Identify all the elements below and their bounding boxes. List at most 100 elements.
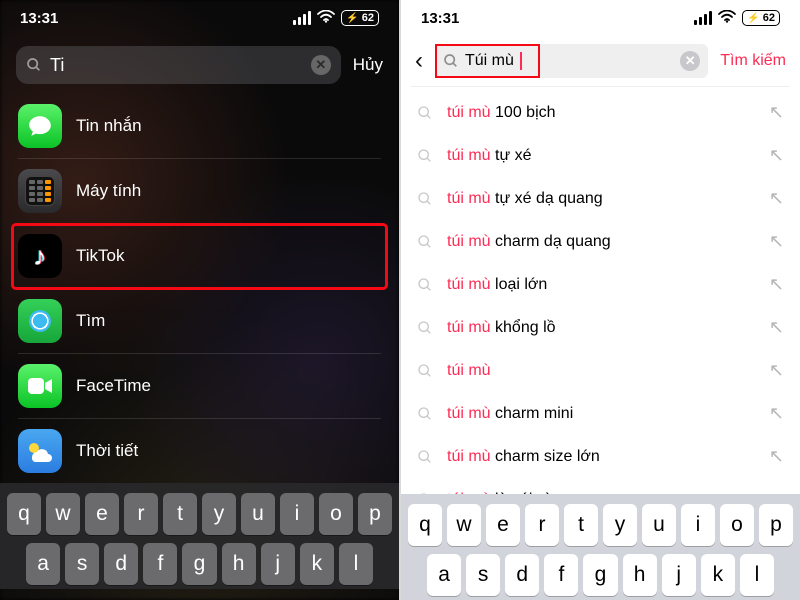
spotlight-item-facetime[interactable]: FaceTime xyxy=(18,354,381,419)
status-time: 13:31 xyxy=(421,10,459,27)
suggestion-text: túi mù charm mini xyxy=(447,405,755,423)
insert-arrow-icon[interactable]: ↖ xyxy=(769,231,784,252)
search-query-text: Túi mù xyxy=(465,52,514,70)
messages-icon xyxy=(18,104,62,148)
insert-arrow-icon[interactable]: ↖ xyxy=(769,317,784,338)
key-d[interactable]: d xyxy=(505,554,539,596)
key-f[interactable]: f xyxy=(544,554,578,596)
suggestion-text: túi mù charm dạ quang xyxy=(447,233,755,251)
key-g[interactable]: g xyxy=(182,543,216,585)
suggestion-item[interactable]: túi mù khổng lồ ↖ xyxy=(401,306,800,349)
text-cursor xyxy=(520,52,522,70)
key-h[interactable]: h xyxy=(222,543,256,585)
key-s[interactable]: s xyxy=(65,543,99,585)
phone-right-tiktok-search: 13:31 ⚡62 ‹ Túi mù ✕ Tìm kiếm túi mù 100… xyxy=(401,0,800,600)
search-icon xyxy=(443,53,459,69)
search-icon xyxy=(417,320,433,336)
tiktok-search-input[interactable]: Túi mù ✕ xyxy=(435,44,708,78)
key-l[interactable]: l xyxy=(740,554,774,596)
battery-icon: ⚡62 xyxy=(341,10,379,26)
key-r[interactable]: r xyxy=(124,493,158,535)
key-j[interactable]: j xyxy=(662,554,696,596)
spotlight-item-findmy[interactable]: Tìm xyxy=(18,289,381,354)
clear-icon[interactable]: ✕ xyxy=(311,55,331,75)
key-s[interactable]: s xyxy=(466,554,500,596)
spotlight-item-tiktok[interactable]: ♪TikTok xyxy=(12,224,387,289)
key-h[interactable]: h xyxy=(623,554,657,596)
search-button[interactable]: Tìm kiếm xyxy=(716,52,790,70)
key-a[interactable]: a xyxy=(26,543,60,585)
suggestion-text: túi mù xyxy=(447,362,755,380)
suggestion-text: túi mù tự xé xyxy=(447,147,755,165)
key-q[interactable]: q xyxy=(7,493,41,535)
key-g[interactable]: g xyxy=(583,554,617,596)
key-t[interactable]: t xyxy=(564,504,598,546)
suggestion-item[interactable]: túi mù tự xé ↖ xyxy=(401,134,800,177)
insert-arrow-icon[interactable]: ↖ xyxy=(769,446,784,467)
key-f[interactable]: f xyxy=(143,543,177,585)
key-a[interactable]: a xyxy=(427,554,461,596)
key-u[interactable]: u xyxy=(642,504,676,546)
suggestion-item[interactable]: túi mù tự xé dạ quang ↖ xyxy=(401,177,800,220)
key-w[interactable]: w xyxy=(46,493,80,535)
findmy-icon xyxy=(18,299,62,343)
suggestion-item[interactable]: túi mù charm dạ quang ↖ xyxy=(401,220,800,263)
calculator-icon xyxy=(18,169,62,213)
key-e[interactable]: e xyxy=(85,493,119,535)
suggestion-item[interactable]: túi mù 100 bịch↖ xyxy=(401,91,800,134)
key-l[interactable]: l xyxy=(339,543,373,585)
wifi-icon xyxy=(317,10,335,27)
key-u[interactable]: u xyxy=(241,493,275,535)
insert-arrow-icon[interactable]: ↖ xyxy=(769,102,784,123)
back-button[interactable]: ‹ xyxy=(411,47,427,75)
insert-arrow-icon[interactable]: ↖ xyxy=(769,188,784,209)
signal-icon xyxy=(293,11,311,25)
key-k[interactable]: k xyxy=(701,554,735,596)
suggestion-text: túi mù khổng lồ xyxy=(447,319,755,337)
key-j[interactable]: j xyxy=(261,543,295,585)
key-o[interactable]: o xyxy=(720,504,754,546)
search-query-text: Ti xyxy=(50,55,303,76)
suggestion-item[interactable]: túi mù loại lớn↖ xyxy=(401,263,800,306)
insert-arrow-icon[interactable]: ↖ xyxy=(769,403,784,424)
search-icon xyxy=(417,191,433,207)
key-p[interactable]: p xyxy=(358,493,392,535)
key-q[interactable]: q xyxy=(408,504,442,546)
app-label: Tìm xyxy=(76,311,105,331)
insert-arrow-icon[interactable]: ↖ xyxy=(769,360,784,381)
key-d[interactable]: d xyxy=(104,543,138,585)
key-k[interactable]: k xyxy=(300,543,334,585)
key-t[interactable]: t xyxy=(163,493,197,535)
key-o[interactable]: o xyxy=(319,493,353,535)
keyboard[interactable]: qwertyuiop asdfghjkl xyxy=(401,494,800,600)
suggestion-item[interactable]: túi mù charm size lớn ↖ xyxy=(401,435,800,478)
suggestion-text: túi mù tự xé dạ quang xyxy=(447,190,755,208)
spotlight-search-input[interactable]: Ti ✕ xyxy=(16,46,341,84)
clear-icon[interactable]: ✕ xyxy=(680,51,700,71)
suggestion-item[interactable]: túi mù ↖ xyxy=(401,349,800,392)
cancel-button[interactable]: Hủy xyxy=(353,55,383,75)
spotlight-item-messages[interactable]: Tin nhắn xyxy=(18,94,381,159)
insert-arrow-icon[interactable]: ↖ xyxy=(769,145,784,166)
key-e[interactable]: e xyxy=(486,504,520,546)
suggestion-item[interactable]: túi mù charm mini ↖ xyxy=(401,392,800,435)
app-label: FaceTime xyxy=(76,376,151,396)
insert-arrow-icon[interactable]: ↖ xyxy=(769,274,784,295)
search-icon xyxy=(417,449,433,465)
key-p[interactable]: p xyxy=(759,504,793,546)
key-r[interactable]: r xyxy=(525,504,559,546)
key-y[interactable]: y xyxy=(202,493,236,535)
key-i[interactable]: i xyxy=(280,493,314,535)
signal-icon xyxy=(694,11,712,25)
status-time: 13:31 xyxy=(20,10,58,27)
spotlight-item-calculator[interactable]: Máy tính xyxy=(18,159,381,224)
key-w[interactable]: w xyxy=(447,504,481,546)
tiktok-icon: ♪ xyxy=(18,234,62,278)
phone-left-spotlight: 13:31 ⚡62 Ti ✕ Hủy Tin nhắnMáy tính♪TikT… xyxy=(0,0,399,600)
spotlight-item-weather[interactable]: Thời tiết xyxy=(18,419,381,483)
key-y[interactable]: y xyxy=(603,504,637,546)
keyboard[interactable]: qwertyuiop asdfghjkl xyxy=(0,483,399,589)
suggestion-text: túi mù charm size lớn xyxy=(447,448,755,466)
spotlight-results: Tin nhắnMáy tính♪TikTok Tìm FaceTime Thời t… xyxy=(0,94,399,483)
key-i[interactable]: i xyxy=(681,504,715,546)
